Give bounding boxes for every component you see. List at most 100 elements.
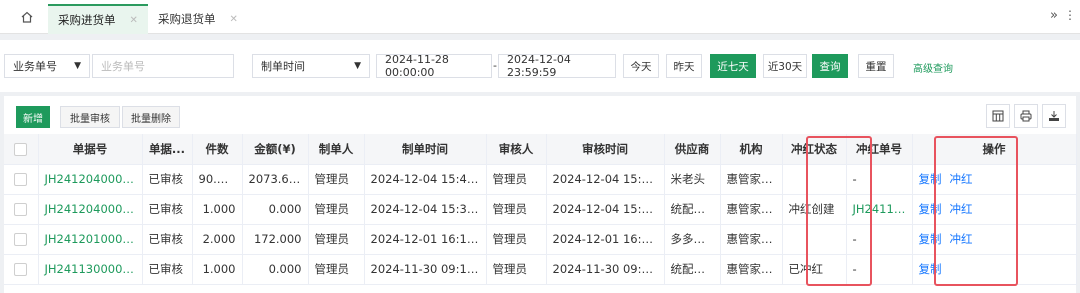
cell-red-status: 已冲红 — [782, 254, 847, 285]
cell-no[interactable]: JH2411300000001 — [38, 254, 143, 285]
row-checkbox[interactable] — [14, 263, 28, 276]
col-header: 制单时间 — [364, 134, 487, 165]
cell-auditor: 管理员 — [486, 224, 547, 255]
print-icon[interactable] — [1014, 104, 1038, 128]
last-30-days-button[interactable]: 近30天 — [763, 54, 807, 78]
cell-created: 2024-12-04 15:38:37 — [364, 194, 487, 225]
search-button[interactable]: 查询 — [812, 54, 848, 78]
cell-red-no: - — [846, 224, 913, 255]
copy-link[interactable]: 复制 — [919, 262, 942, 276]
more-icon[interactable]: ⋮ — [1064, 8, 1076, 22]
cell-ops: 复制 冲红 — [912, 164, 1077, 195]
row-select[interactable] — [4, 224, 39, 255]
cell-creator: 管理员 — [308, 164, 365, 195]
cell-auditor: 管理员 — [486, 194, 547, 225]
add-button[interactable]: 新增 — [16, 106, 50, 128]
start-date-input[interactable]: 2024-11-28 00:00:00 — [376, 53, 492, 79]
cell-creator: 管理员 — [308, 254, 365, 285]
cell-supplier: 统配测试 — [664, 194, 721, 225]
today-button[interactable]: 今天 — [623, 54, 659, 78]
reset-button[interactable]: 重置 — [858, 54, 894, 78]
cell-audited: 2024-11-30 09:18:39 — [546, 254, 665, 285]
cell-created: 2024-12-01 16:10:44 — [364, 224, 487, 255]
cell-qty: 90.000 — [192, 164, 243, 195]
row-select[interactable] — [4, 254, 39, 285]
cell-auditor: 管理员 — [486, 254, 547, 285]
advanced-search-link[interactable]: 高级查询 — [913, 60, 953, 75]
cell-red-status — [782, 164, 847, 195]
cell-qty: 2.000 — [192, 224, 243, 255]
cell-no[interactable]: JH2412010000002 — [38, 224, 143, 255]
cell-red-status: 冲红创建 — [782, 194, 847, 225]
filter-bar: 业务单号 ▼ 业务单号 制单时间 ▼ 2024-11-28 00:00:00 -… — [0, 40, 1080, 92]
row-checkbox[interactable] — [14, 233, 28, 246]
cell-org: 惠管家总部 — [720, 164, 783, 195]
cell-creator: 管理员 — [308, 194, 365, 225]
cell-org: 惠管家总部 — [720, 194, 783, 225]
export-icon[interactable] — [1042, 104, 1066, 128]
col-header: 单据... — [142, 134, 193, 165]
tab-purchase-return[interactable]: 采购退货单 ✕ — [148, 4, 248, 34]
red-reverse-link[interactable]: 冲红 — [950, 232, 973, 246]
cell-supplier: 多多买菜 — [664, 224, 721, 255]
col-header: 单据号 — [38, 134, 143, 165]
red-reverse-link[interactable]: 冲红 — [950, 172, 973, 186]
date-separator: - — [493, 59, 497, 72]
cell-org: 惠管家总部 — [720, 254, 783, 285]
close-icon[interactable]: ✕ — [130, 15, 138, 26]
row-checkbox[interactable] — [14, 203, 28, 216]
start-date-value: 2024-11-28 00:00:00 — [385, 53, 449, 79]
cell-amount: 2073.600 — [242, 164, 309, 195]
cell-created: 2024-12-04 15:44:11 — [364, 164, 487, 195]
batch-delete-button[interactable]: 批量删除 — [122, 106, 180, 128]
end-date-value: 2024-12-04 23:59:59 — [507, 53, 571, 79]
cell-status: 已审核 — [142, 194, 193, 225]
columns-icon[interactable] — [986, 104, 1010, 128]
field-select-value: 业务单号 — [13, 60, 57, 73]
col-header: 供应商 — [664, 134, 721, 165]
row-checkbox[interactable] — [14, 173, 28, 186]
cell-red-status — [782, 224, 847, 255]
time-select-value: 制单时间 — [261, 60, 305, 73]
cell-amount: 0.000 — [242, 194, 309, 225]
tab-bar: 采购进货单 ✕ 采购退货单 ✕ » ⋮ — [0, 0, 1080, 34]
table-row: JH2412010000002 已审核 2.000 172.000 管理员 2024-12… — [4, 224, 1077, 255]
cell-audited: 2024-12-04 15:38:48 — [546, 194, 665, 225]
cell-red-no: - — [846, 164, 913, 195]
col-header: 审核人 — [486, 134, 547, 165]
cell-status: 已审核 — [142, 164, 193, 195]
field-search-input[interactable]: 业务单号 — [92, 54, 234, 78]
cell-auditor: 管理员 — [486, 164, 547, 195]
copy-link[interactable]: 复制 — [919, 202, 942, 216]
purchase-table: 单据号 单据... 件数 金额(¥) 制单人 制单时间 审核人 审核时间 供应商… — [4, 134, 1077, 285]
copy-link[interactable]: 复制 — [919, 172, 942, 186]
select-all-header[interactable] — [4, 134, 39, 165]
field-placeholder: 业务单号 — [101, 60, 145, 73]
copy-link[interactable]: 复制 — [919, 232, 942, 246]
last-7-days-button[interactable]: 近七天 — [710, 54, 756, 78]
cell-red-no[interactable]: JH24113... — [846, 194, 913, 225]
end-date-input[interactable]: 2024-12-04 23:59:59 — [498, 53, 616, 79]
cell-no[interactable]: JH2412040000003 — [38, 164, 143, 195]
row-select[interactable] — [4, 164, 39, 195]
row-select[interactable] — [4, 194, 39, 225]
list-panel: 新增 批量审核 批量删除 单据号 单据... 件数 金额(¥) 制单人 制单时间… — [4, 96, 1077, 293]
field-select[interactable]: 业务单号 ▼ — [4, 54, 90, 78]
cell-status: 已审核 — [142, 254, 193, 285]
home-icon[interactable] — [10, 4, 44, 30]
double-chevron-right-icon[interactable]: » — [1050, 8, 1058, 23]
cell-audited: 2024-12-01 16:10:44 — [546, 224, 665, 255]
cell-ops: 复制 冲红 — [912, 224, 1077, 255]
yesterday-button[interactable]: 昨天 — [666, 54, 702, 78]
cell-red-no: - — [846, 254, 913, 285]
time-type-select[interactable]: 制单时间 ▼ — [252, 54, 370, 78]
cell-no[interactable]: JH2412040000002 — [38, 194, 143, 225]
close-icon[interactable]: ✕ — [230, 14, 238, 25]
red-reverse-link[interactable]: 冲红 — [950, 202, 973, 216]
select-all-checkbox[interactable] — [14, 142, 28, 156]
cell-creator: 管理员 — [308, 224, 365, 255]
batch-audit-button[interactable]: 批量审核 — [60, 106, 120, 128]
col-header: 冲红单号 — [846, 134, 913, 165]
caret-down-icon: ▼ — [74, 61, 81, 71]
tab-purchase-in[interactable]: 采购进货单 ✕ — [48, 4, 148, 34]
